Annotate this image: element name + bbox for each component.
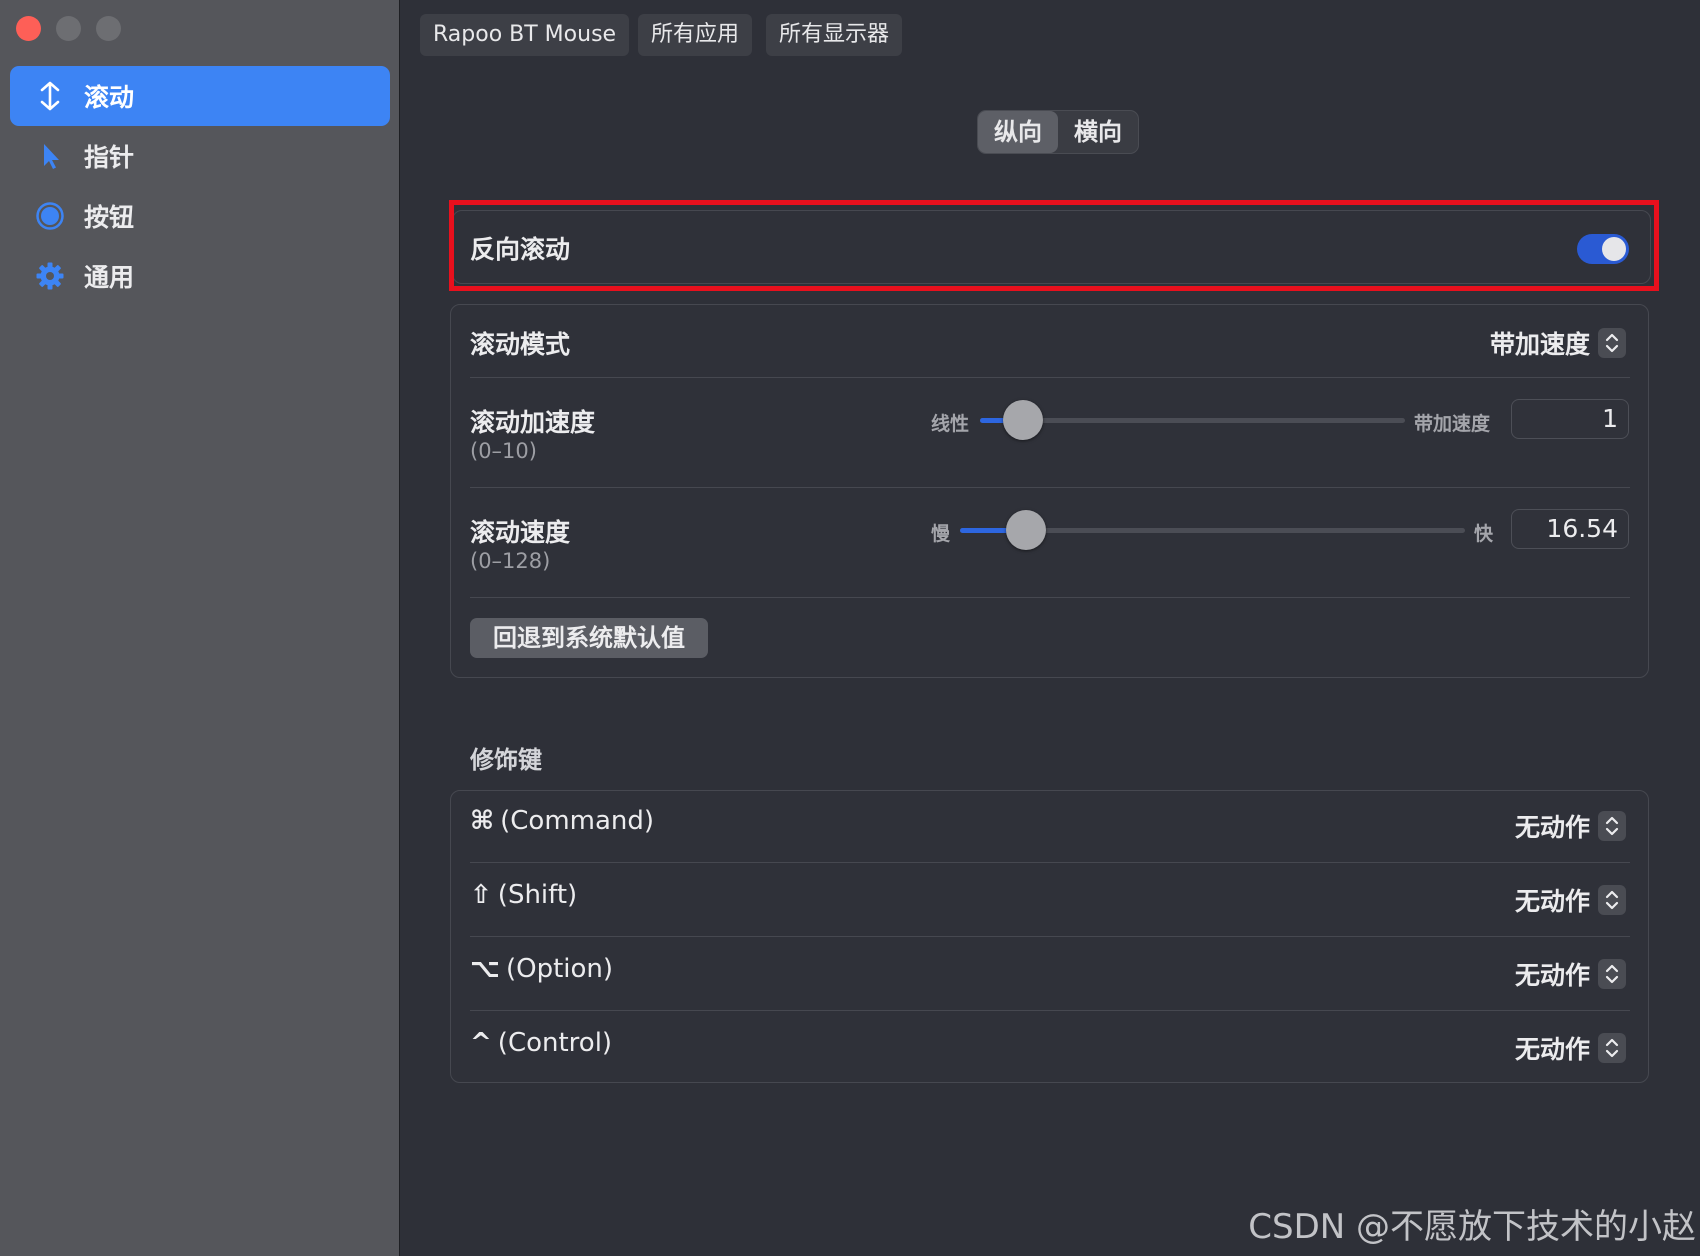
reverse-scroll-label: 反向滚动 [470,235,571,264]
reverse-scroll-toggle[interactable] [1577,234,1629,264]
sidebar-item-scroll[interactable]: 滚动 [10,66,390,126]
modifier-action-popup[interactable]: 无动作 [1515,882,1626,918]
popup-chevron-icon [1598,328,1626,358]
modifier-key-name: (Command) [500,806,655,836]
modifier-row-label: ⌥ (Option) [470,954,613,984]
modifier-row-label: ⌘ (Command) [470,806,654,836]
scroll-mode-label: 滚动模式 [470,330,571,359]
speed-value-field[interactable]: 16.54 [1511,509,1629,549]
tab-all-apps[interactable]: 所有应用 [638,14,753,56]
scroll-acceleration-range: (0–10) [470,439,537,463]
modifier-key-glyph: ^ [470,1028,492,1058]
tab-all-displays[interactable]: 所有显示器 [766,14,903,56]
modifier-action-popup[interactable]: 无动作 [1515,1030,1626,1066]
pointer-icon [30,141,70,171]
scroll-speed-label: 滚动速度 [470,518,571,547]
sidebar-item-label: 滚动 [84,83,135,112]
toggle-knob [1602,237,1626,261]
gear-icon [30,261,70,291]
modifier-row-label: ⇧ (Shift) [470,880,577,910]
minimize-window-button[interactable] [56,16,81,41]
divider [470,936,1630,937]
modifier-key-name: (Option) [505,954,614,984]
slider-min-label: 慢 [931,523,951,545]
modifier-action-popup[interactable]: 无动作 [1515,808,1626,844]
modifier-key-glyph: ⇧ [470,880,492,910]
acceleration-slider-thumb[interactable] [1002,400,1043,440]
scroll-speed-range: (0–128) [470,549,551,573]
modifier-action-value: 无动作 [1514,1035,1590,1064]
watermark: CSDN @不愿放下技术的小赵 [1248,1207,1696,1247]
modifier-key-name: (Control) [497,1028,613,1058]
popup-chevron-icon [1598,1033,1626,1063]
button-circle-icon [30,201,70,231]
sidebar-item-general[interactable]: 通用 [10,246,390,306]
divider [470,1010,1630,1011]
modifier-row-label: ^ (Control) [470,1028,612,1058]
acceleration-value-field[interactable]: 1 [1511,399,1629,439]
divider [470,377,1630,378]
app-window: 滚动 指针 按钮 通用 Rapoo BT Mouse 所有应用 所有显示器 纵向… [0,0,1700,1256]
modifiers-section-title: 修饰键 [470,746,542,774]
segment-horizontal[interactable]: 横向 [1058,111,1138,153]
divider [470,487,1630,488]
modifier-action-value: 无动作 [1514,887,1590,916]
zoom-window-button[interactable] [96,16,121,41]
modifier-action-value: 无动作 [1514,813,1590,842]
modifier-key-glyph: ⌘ [470,806,495,836]
tab-rapoo-bt-mouse[interactable]: Rapoo BT Mouse [420,14,630,56]
popup-chevron-icon [1598,885,1626,915]
modifier-action-value: 无动作 [1514,961,1590,990]
sidebar-item-label: 按钮 [84,203,135,232]
modifier-key-glyph: ⌥ [470,954,500,984]
segment-vertical[interactable]: 纵向 [978,111,1058,153]
scroll-mode-value: 带加速度 [1489,330,1590,359]
popup-chevron-icon [1598,811,1626,841]
sidebar-item-pointer[interactable]: 指针 [10,126,390,186]
scroll-mode-popup[interactable]: 带加速度 [1490,325,1626,361]
sidebar: 滚动 指针 按钮 通用 [0,0,400,1256]
modifier-key-name: (Shift) [497,880,578,910]
orientation-segmented-control: 纵向 横向 [977,110,1139,154]
sidebar-item-buttons[interactable]: 按钮 [10,186,390,246]
slider-max-label: 快 [1474,523,1494,545]
sidebar-item-label: 通用 [84,263,135,292]
slider-min-label: 线性 [931,413,970,435]
popup-chevron-icon [1598,959,1626,989]
slider-max-label: 带加速度 [1414,413,1491,435]
reset-defaults-button[interactable]: 回退到系统默认值 [470,618,708,658]
vertical-arrows-icon [30,81,70,111]
sidebar-item-label: 指针 [84,143,135,172]
divider [470,597,1630,598]
scroll-acceleration-label: 滚动加速度 [470,408,596,437]
reverse-scroll-card [452,210,1651,284]
acceleration-slider[interactable] [980,418,1405,423]
divider [470,862,1630,863]
modifier-action-popup[interactable]: 无动作 [1515,956,1626,992]
close-window-button[interactable] [16,16,41,41]
speed-slider-thumb[interactable] [1005,510,1046,550]
